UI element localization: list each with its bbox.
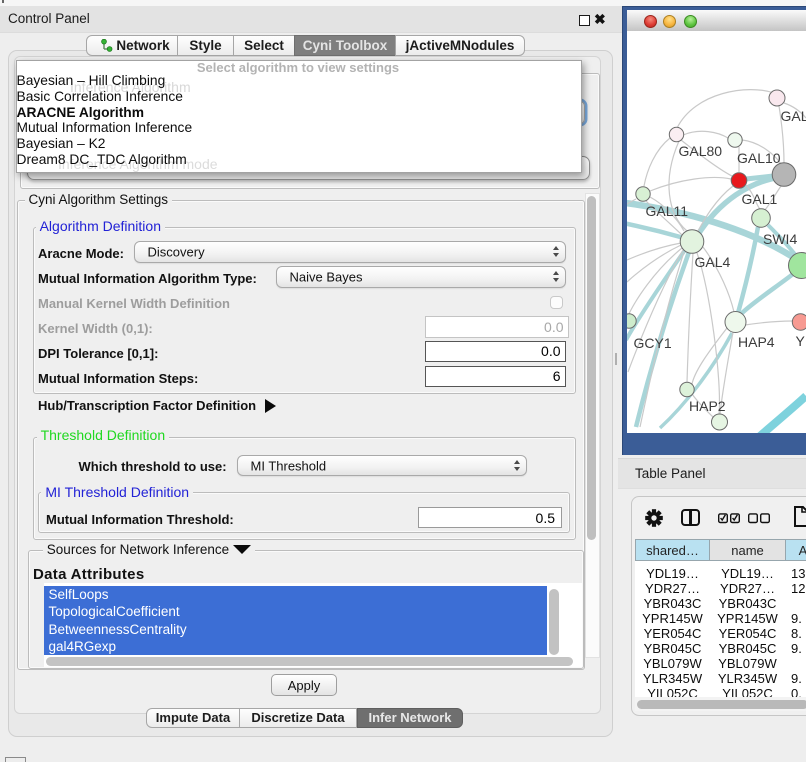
svg-text:GCY1: GCY1 [634,335,672,351]
svg-text:HAP2: HAP2 [689,398,726,414]
svg-text:GAL4: GAL4 [695,254,731,270]
svg-text:GAL1: GAL1 [742,191,778,207]
svg-text:GAL11: GAL11 [646,203,689,219]
svg-text:SWI4: SWI4 [763,231,797,247]
svg-text:HAP4: HAP4 [738,334,775,350]
svg-text:GAL80: GAL80 [679,143,723,159]
svg-text:GAL7: GAL7 [781,108,806,124]
svg-text:GAL10: GAL10 [737,150,781,166]
svg-text:YEL: YEL [796,333,806,349]
